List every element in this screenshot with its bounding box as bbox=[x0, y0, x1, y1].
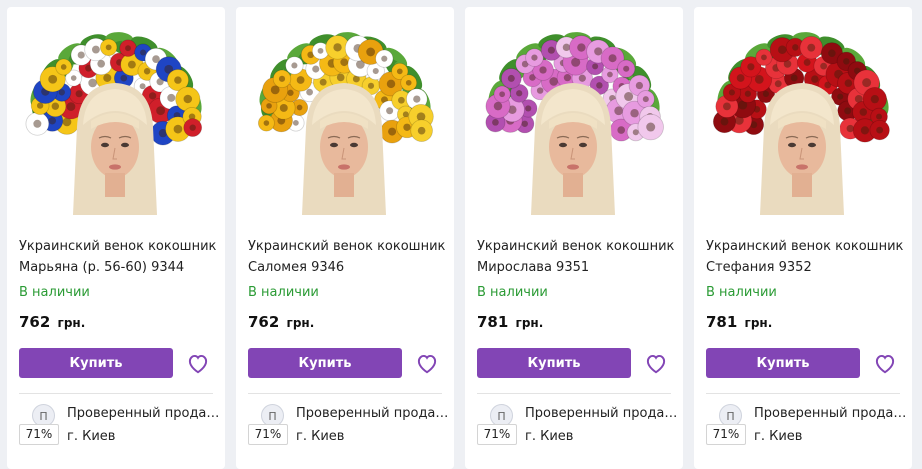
product-title-line[interactable]: Стефания 9352 bbox=[706, 257, 906, 278]
heart-icon[interactable] bbox=[185, 350, 211, 376]
product-image[interactable] bbox=[19, 7, 212, 215]
availability-status: В наличии bbox=[706, 285, 777, 300]
product-price: 762 грн. bbox=[19, 313, 85, 331]
seller-rating: 71% bbox=[477, 424, 517, 445]
seller-name[interactable]: Проверенный продав... bbox=[525, 406, 679, 421]
seller-rating: 71% bbox=[706, 424, 746, 445]
product-card[interactable]: Украинский венок кокошник Мирослава 9351… bbox=[465, 7, 683, 469]
price-currency: грн. bbox=[57, 316, 86, 330]
seller-city: г. Киев bbox=[67, 429, 116, 444]
product-price: 762 грн. bbox=[248, 313, 314, 331]
product-title-line[interactable]: Украинский венок кокошник bbox=[19, 236, 219, 257]
buy-button[interactable]: Купить bbox=[477, 348, 631, 378]
seller-name[interactable]: Проверенный продав... bbox=[754, 406, 908, 421]
availability-status: В наличии bbox=[477, 285, 548, 300]
heart-icon[interactable] bbox=[872, 350, 898, 376]
price-currency: грн. bbox=[744, 316, 773, 330]
seller-city: г. Киев bbox=[525, 429, 574, 444]
seller-city: г. Киев bbox=[754, 429, 803, 444]
product-title-line[interactable]: Мирослава 9351 bbox=[477, 257, 677, 278]
divider bbox=[477, 393, 671, 394]
price-currency: грн. bbox=[286, 316, 315, 330]
product-card[interactable]: Украинский венок кокошник Саломея 9346 В… bbox=[236, 7, 454, 469]
seller-name[interactable]: Проверенный продав... bbox=[296, 406, 450, 421]
product-price: 781 грн. bbox=[706, 313, 772, 331]
divider bbox=[706, 393, 900, 394]
product-card[interactable]: Украинский венок кокошник Стефания 9352 … bbox=[694, 7, 912, 469]
product-title-line[interactable]: Украинский венок кокошник bbox=[477, 236, 677, 257]
buy-button[interactable]: Купить bbox=[248, 348, 402, 378]
price-currency: грн. bbox=[515, 316, 544, 330]
price-value: 762 bbox=[19, 313, 51, 331]
product-title[interactable]: Украинский венок кокошник Саломея 9346 bbox=[248, 236, 448, 278]
product-price: 781 грн. bbox=[477, 313, 543, 331]
product-image[interactable] bbox=[248, 7, 441, 215]
price-value: 781 bbox=[477, 313, 509, 331]
product-card[interactable]: Украинский венок кокошник Марьяна (р. 56… bbox=[7, 7, 225, 469]
seller-rating: 71% bbox=[248, 424, 288, 445]
price-value: 781 bbox=[706, 313, 738, 331]
heart-icon[interactable] bbox=[414, 350, 440, 376]
product-title-line[interactable]: Украинский венок кокошник bbox=[706, 236, 906, 257]
buy-button[interactable]: Купить bbox=[19, 348, 173, 378]
product-title-line[interactable]: Украинский венок кокошник bbox=[248, 236, 448, 257]
product-title-line[interactable]: Марьяна (р. 56-60) 9344 bbox=[19, 257, 219, 278]
seller-name[interactable]: Проверенный продав... bbox=[67, 406, 221, 421]
buy-button[interactable]: Купить bbox=[706, 348, 860, 378]
product-title[interactable]: Украинский венок кокошник Мирослава 9351 bbox=[477, 236, 677, 278]
product-grid: Украинский венок кокошник Марьяна (р. 56… bbox=[0, 0, 922, 469]
product-image[interactable] bbox=[477, 7, 670, 215]
seller-city: г. Киев bbox=[296, 429, 345, 444]
price-value: 762 bbox=[248, 313, 280, 331]
product-title[interactable]: Украинский венок кокошник Стефания 9352 bbox=[706, 236, 906, 278]
product-title[interactable]: Украинский венок кокошник Марьяна (р. 56… bbox=[19, 236, 219, 278]
product-image[interactable] bbox=[706, 7, 899, 215]
heart-icon[interactable] bbox=[643, 350, 669, 376]
divider bbox=[248, 393, 442, 394]
availability-status: В наличии bbox=[19, 285, 90, 300]
availability-status: В наличии bbox=[248, 285, 319, 300]
divider bbox=[19, 393, 213, 394]
product-title-line[interactable]: Саломея 9346 bbox=[248, 257, 448, 278]
seller-rating: 71% bbox=[19, 424, 59, 445]
